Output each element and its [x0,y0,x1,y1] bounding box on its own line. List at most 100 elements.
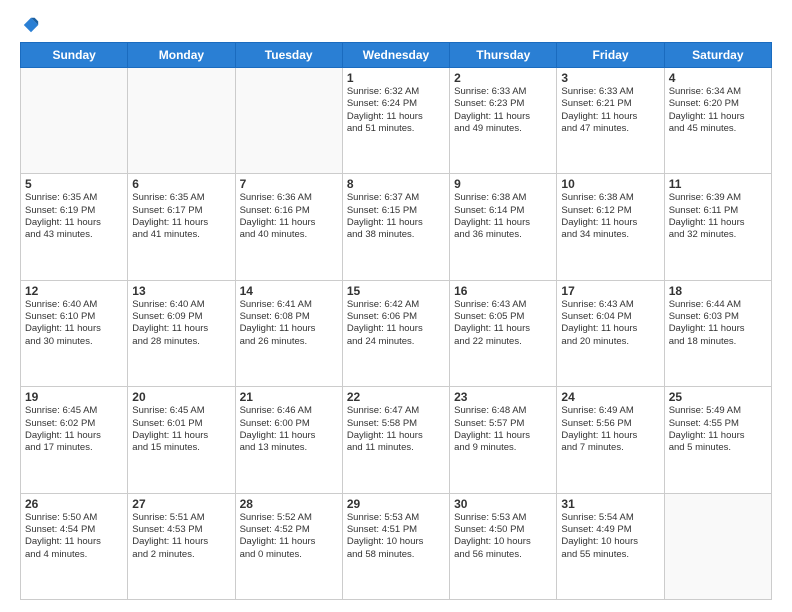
day-info-line: Sunrise: 5:52 AM [240,512,338,524]
calendar-cell: 10Sunrise: 6:38 AMSunset: 6:12 PMDayligh… [557,174,664,280]
calendar-cell: 19Sunrise: 6:45 AMSunset: 6:02 PMDayligh… [21,387,128,493]
day-info-line: Sunrise: 6:33 AM [561,86,659,98]
day-info-line: Sunset: 6:00 PM [240,418,338,430]
day-info-line: Sunset: 6:01 PM [132,418,230,430]
day-info-line: and 34 minutes. [561,229,659,241]
day-info-line: Daylight: 11 hours [25,430,123,442]
day-info-line: Sunrise: 6:40 AM [132,299,230,311]
day-info-line: and 24 minutes. [347,336,445,348]
day-info-line: and 13 minutes. [240,442,338,454]
calendar-cell: 20Sunrise: 6:45 AMSunset: 6:01 PMDayligh… [128,387,235,493]
calendar-cell: 9Sunrise: 6:38 AMSunset: 6:14 PMDaylight… [450,174,557,280]
calendar-cell: 6Sunrise: 6:35 AMSunset: 6:17 PMDaylight… [128,174,235,280]
day-info-line: Sunrise: 6:39 AM [669,192,767,204]
day-info-line: and 20 minutes. [561,336,659,348]
day-info-line: Sunset: 4:49 PM [561,524,659,536]
calendar-week-row: 26Sunrise: 5:50 AMSunset: 4:54 PMDayligh… [21,493,772,599]
day-header-saturday: Saturday [664,43,771,68]
day-info-line: and 4 minutes. [25,549,123,561]
day-info-line: Sunset: 6:11 PM [669,205,767,217]
day-info-line: Sunrise: 6:38 AM [454,192,552,204]
calendar-cell: 8Sunrise: 6:37 AMSunset: 6:15 PMDaylight… [342,174,449,280]
day-info-line: and 41 minutes. [132,229,230,241]
calendar-week-row: 12Sunrise: 6:40 AMSunset: 6:10 PMDayligh… [21,280,772,386]
day-info-line: Sunrise: 6:37 AM [347,192,445,204]
day-info-line: Sunset: 5:57 PM [454,418,552,430]
day-info-line: Daylight: 11 hours [347,217,445,229]
day-info-line: and 56 minutes. [454,549,552,561]
day-info-line: Sunset: 4:50 PM [454,524,552,536]
day-info-line: and 28 minutes. [132,336,230,348]
calendar-cell: 12Sunrise: 6:40 AMSunset: 6:10 PMDayligh… [21,280,128,386]
day-info-line: and 18 minutes. [669,336,767,348]
page: SundayMondayTuesdayWednesdayThursdayFrid… [0,0,792,612]
calendar-table: SundayMondayTuesdayWednesdayThursdayFrid… [20,42,772,600]
day-info-line: Sunset: 6:20 PM [669,98,767,110]
day-header-wednesday: Wednesday [342,43,449,68]
day-info-line: Sunrise: 5:49 AM [669,405,767,417]
day-number: 7 [240,177,338,191]
day-number: 10 [561,177,659,191]
day-info-line: Sunrise: 6:41 AM [240,299,338,311]
calendar-cell [21,68,128,174]
day-info-line: Sunrise: 6:46 AM [240,405,338,417]
day-number: 14 [240,284,338,298]
day-info-line: Sunrise: 6:35 AM [132,192,230,204]
day-info-line: Daylight: 11 hours [132,217,230,229]
calendar-cell [235,68,342,174]
day-info-line: Sunset: 6:03 PM [669,311,767,323]
day-info-line: Daylight: 11 hours [347,323,445,335]
day-info-line: Sunset: 6:14 PM [454,205,552,217]
day-info-line: Sunset: 6:02 PM [25,418,123,430]
day-number: 25 [669,390,767,404]
day-info-line: Daylight: 11 hours [669,111,767,123]
day-number: 15 [347,284,445,298]
day-info-line: Daylight: 11 hours [561,323,659,335]
day-info-line: and 55 minutes. [561,549,659,561]
day-number: 20 [132,390,230,404]
day-info-line: Sunset: 4:52 PM [240,524,338,536]
day-info-line: Sunset: 5:58 PM [347,418,445,430]
day-info-line: Sunrise: 6:43 AM [454,299,552,311]
logo-icon [22,16,40,34]
day-number: 19 [25,390,123,404]
day-info-line: Sunrise: 6:45 AM [25,405,123,417]
calendar-cell: 23Sunrise: 6:48 AMSunset: 5:57 PMDayligh… [450,387,557,493]
day-info-line: Sunrise: 5:51 AM [132,512,230,524]
calendar-header-row: SundayMondayTuesdayWednesdayThursdayFrid… [21,43,772,68]
day-header-tuesday: Tuesday [235,43,342,68]
day-header-friday: Friday [557,43,664,68]
day-info-line: and 9 minutes. [454,442,552,454]
day-info-line: and 26 minutes. [240,336,338,348]
day-number: 23 [454,390,552,404]
day-info-line: Sunset: 4:53 PM [132,524,230,536]
calendar-cell: 28Sunrise: 5:52 AMSunset: 4:52 PMDayligh… [235,493,342,599]
calendar-cell: 25Sunrise: 5:49 AMSunset: 4:55 PMDayligh… [664,387,771,493]
day-info-line: Sunset: 6:16 PM [240,205,338,217]
day-info-line: Daylight: 11 hours [454,430,552,442]
day-info-line: and 15 minutes. [132,442,230,454]
day-info-line: Daylight: 11 hours [132,430,230,442]
day-number: 12 [25,284,123,298]
day-info-line: Sunrise: 6:42 AM [347,299,445,311]
calendar-cell: 7Sunrise: 6:36 AMSunset: 6:16 PMDaylight… [235,174,342,280]
day-info-line: Sunrise: 6:47 AM [347,405,445,417]
day-info-line: Sunset: 6:23 PM [454,98,552,110]
day-number: 28 [240,497,338,511]
day-info-line: Daylight: 11 hours [454,323,552,335]
day-info-line: Daylight: 11 hours [347,111,445,123]
day-info-line: and 38 minutes. [347,229,445,241]
day-info-line: and 47 minutes. [561,123,659,135]
day-info-line: Sunset: 6:06 PM [347,311,445,323]
day-info-line: Sunrise: 5:53 AM [347,512,445,524]
day-info-line: Daylight: 11 hours [240,536,338,548]
day-number: 13 [132,284,230,298]
day-info-line: Sunset: 4:51 PM [347,524,445,536]
calendar-cell: 17Sunrise: 6:43 AMSunset: 6:04 PMDayligh… [557,280,664,386]
day-info-line: Sunrise: 6:45 AM [132,405,230,417]
day-number: 30 [454,497,552,511]
day-info-line: Daylight: 11 hours [347,430,445,442]
calendar-cell: 30Sunrise: 5:53 AMSunset: 4:50 PMDayligh… [450,493,557,599]
calendar-week-row: 19Sunrise: 6:45 AMSunset: 6:02 PMDayligh… [21,387,772,493]
day-number: 27 [132,497,230,511]
